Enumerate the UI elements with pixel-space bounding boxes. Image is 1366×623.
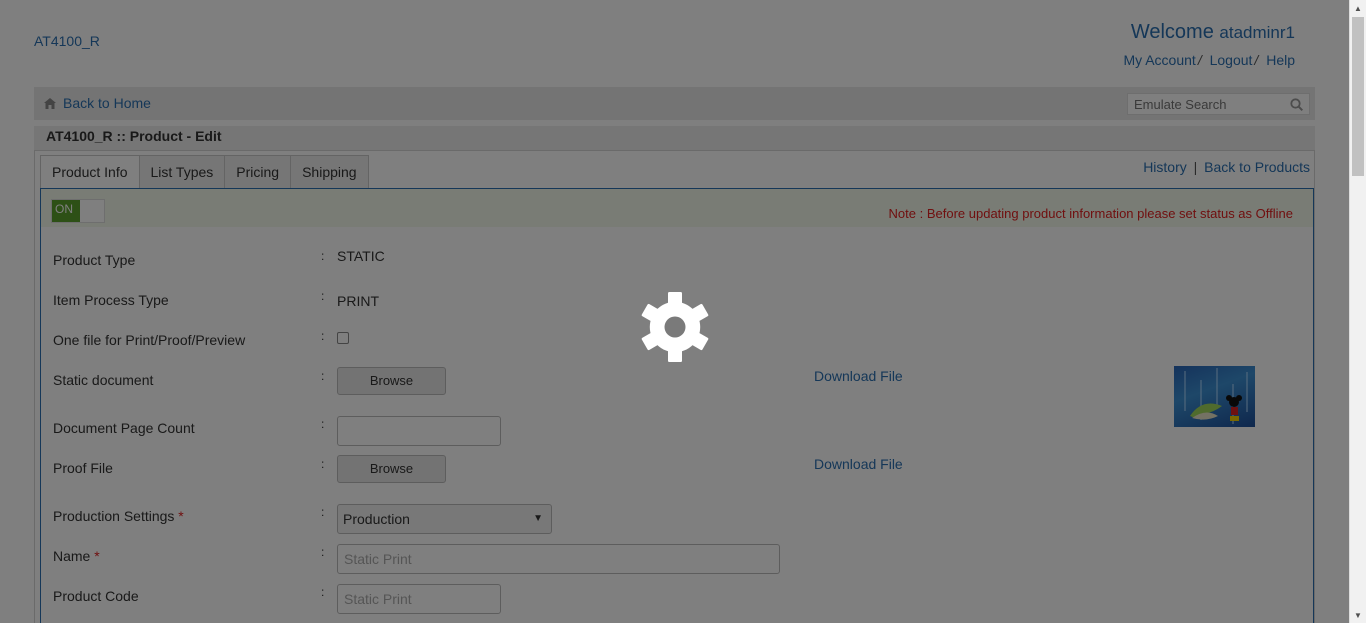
loading-overlay [0,0,1349,623]
scroll-up-icon[interactable]: ▲ [1354,4,1362,13]
scroll-thumb[interactable] [1352,17,1364,176]
page-scrollbar[interactable]: ▲ ▼ [1349,0,1366,623]
gear-icon [641,292,709,362]
scroll-down-icon[interactable]: ▼ [1354,611,1362,620]
page: AT4100_R Welcome atadminr1 My Account/ L… [0,0,1349,623]
